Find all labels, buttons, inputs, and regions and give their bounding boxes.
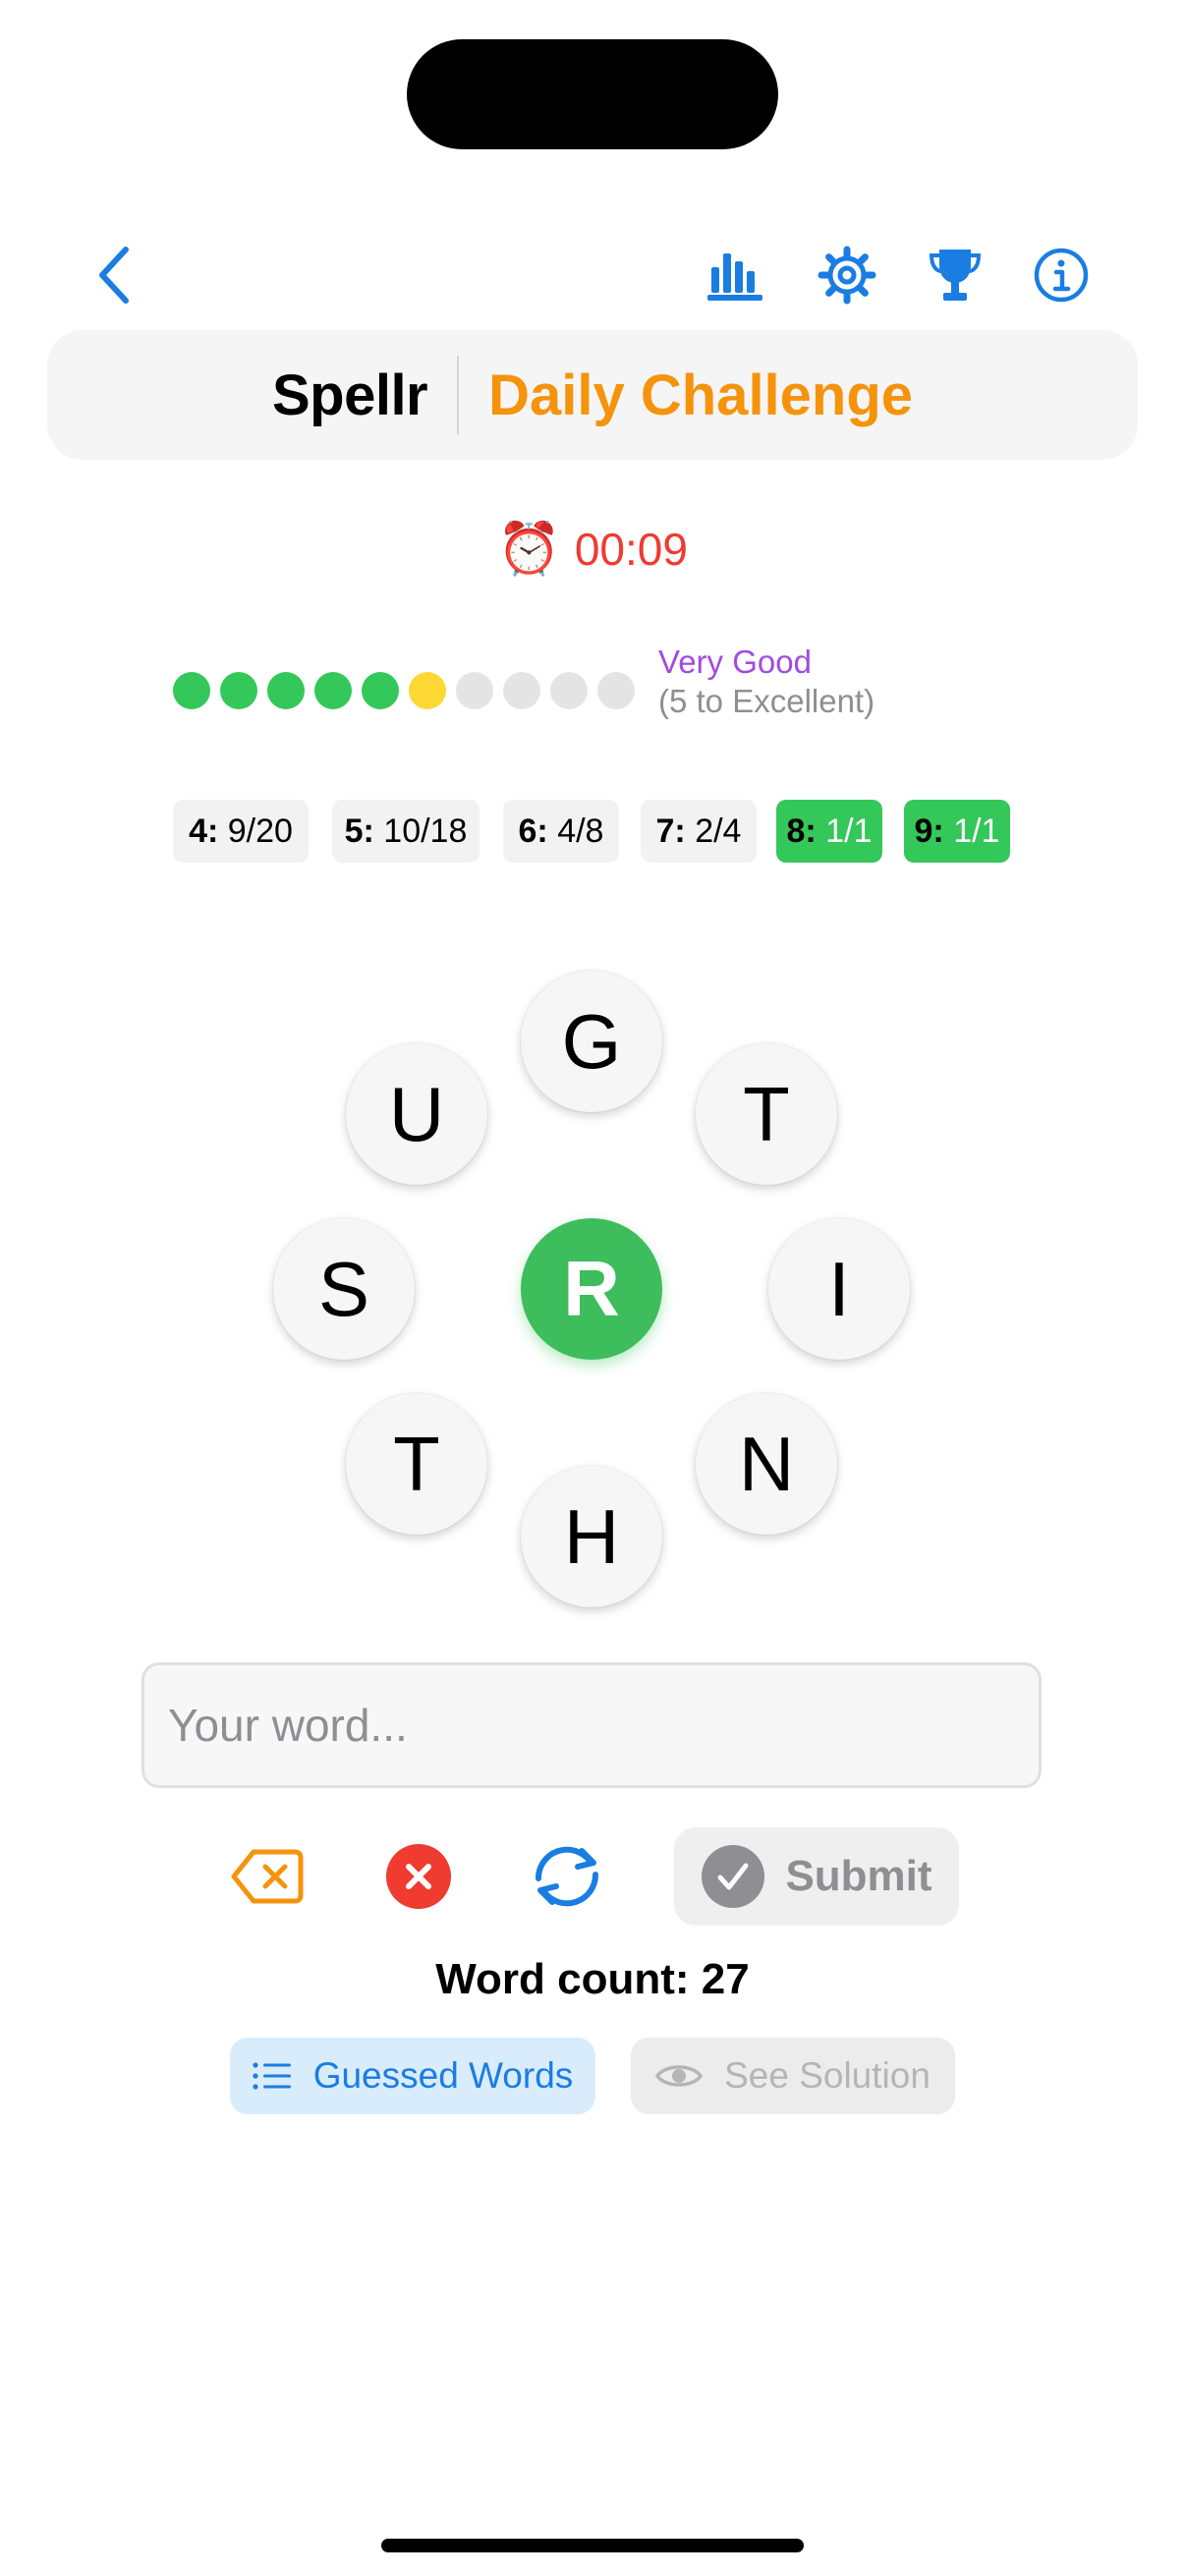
leaderboard-button[interactable] — [916, 236, 994, 314]
progress-dot — [267, 672, 305, 709]
letter-tile[interactable]: I — [768, 1218, 910, 1360]
letter-tile[interactable]: H — [521, 1466, 662, 1607]
letter-tile[interactable]: T — [346, 1393, 487, 1535]
length-chips: 4: 9/20 5: 10/18 6: 4/8 7: 2/4 8: 1/1 9:… — [0, 800, 1185, 863]
submit-label: Submit — [785, 1852, 932, 1900]
backspace-button[interactable] — [226, 1827, 309, 1926]
word-input[interactable] — [141, 1662, 1042, 1788]
progress-dot — [550, 672, 588, 709]
progress-dot — [220, 672, 257, 709]
progress-dot — [503, 672, 540, 709]
rank-note: (5 to Excellent) — [658, 683, 875, 719]
length-chip: 4: 9/20 — [173, 800, 309, 863]
stats-button[interactable] — [696, 236, 774, 314]
progress-dot — [314, 672, 352, 709]
back-button[interactable] — [75, 236, 153, 314]
rank-label: Very Good (5 to Excellent) — [658, 643, 875, 721]
backspace-icon — [231, 1849, 304, 1904]
info-icon — [1034, 248, 1089, 303]
alarm-clock-icon: ⏰ — [497, 521, 561, 578]
shuffle-icon — [535, 1846, 599, 1907]
clear-icon — [386, 1844, 451, 1909]
list-icon — [253, 2062, 291, 2090]
timer-value: 00:09 — [574, 523, 688, 575]
letter-tile[interactable]: N — [696, 1393, 837, 1535]
eye-icon — [655, 2065, 704, 2087]
word-count: Word count: 27 — [435, 1955, 750, 2003]
guessed-words-button[interactable]: Guessed Words — [230, 2038, 595, 2114]
length-chip: 6: 4/8 — [503, 800, 619, 863]
dynamic-island — [407, 39, 778, 149]
letter-tile[interactable]: S — [273, 1218, 415, 1360]
toolbar — [0, 236, 1185, 314]
timer: ⏰ 00:09 — [0, 519, 1185, 579]
progress-dot — [456, 672, 493, 709]
checkmark-icon — [702, 1845, 765, 1908]
app-name: Spellr — [271, 363, 428, 427]
trophy-icon — [929, 250, 982, 301]
length-chip: 9: 1/1 — [904, 800, 1010, 863]
see-solution-label: See Solution — [724, 2055, 931, 2096]
length-chip: 8: 1/1 — [776, 800, 882, 863]
mode-name: Daily Challenge — [488, 363, 914, 427]
action-row: Submit — [0, 1827, 1185, 1926]
progress-dot — [362, 672, 399, 709]
home-indicator — [381, 2539, 804, 2552]
letter-tile[interactable]: T — [696, 1043, 837, 1185]
title-bar: Spellr Daily Challenge — [47, 330, 1138, 460]
rank-name: Very Good — [658, 644, 812, 680]
guessed-words-label: Guessed Words — [312, 2055, 574, 2096]
progress-dot — [173, 672, 210, 709]
title-divider — [457, 356, 460, 434]
clear-button[interactable] — [377, 1827, 460, 1926]
progress-dot — [597, 672, 635, 709]
settings-button[interactable] — [808, 236, 886, 314]
progress-dot — [409, 672, 446, 709]
chevron-left-icon — [99, 247, 129, 304]
center-letter-tile[interactable]: R — [521, 1218, 662, 1360]
progress-dots — [173, 656, 645, 725]
gear-icon — [818, 246, 876, 305]
shuffle-button[interactable] — [523, 1827, 611, 1926]
info-button[interactable] — [1022, 236, 1100, 314]
length-chip: 5: 10/18 — [332, 800, 480, 863]
submit-button[interactable]: Submit — [674, 1827, 959, 1926]
letter-tile[interactable]: G — [521, 971, 662, 1112]
length-chip: 7: 2/4 — [641, 800, 757, 863]
letter-tile[interactable]: U — [346, 1043, 487, 1185]
see-solution-button[interactable]: See Solution — [631, 2038, 955, 2114]
bar-chart-icon — [707, 253, 762, 301]
